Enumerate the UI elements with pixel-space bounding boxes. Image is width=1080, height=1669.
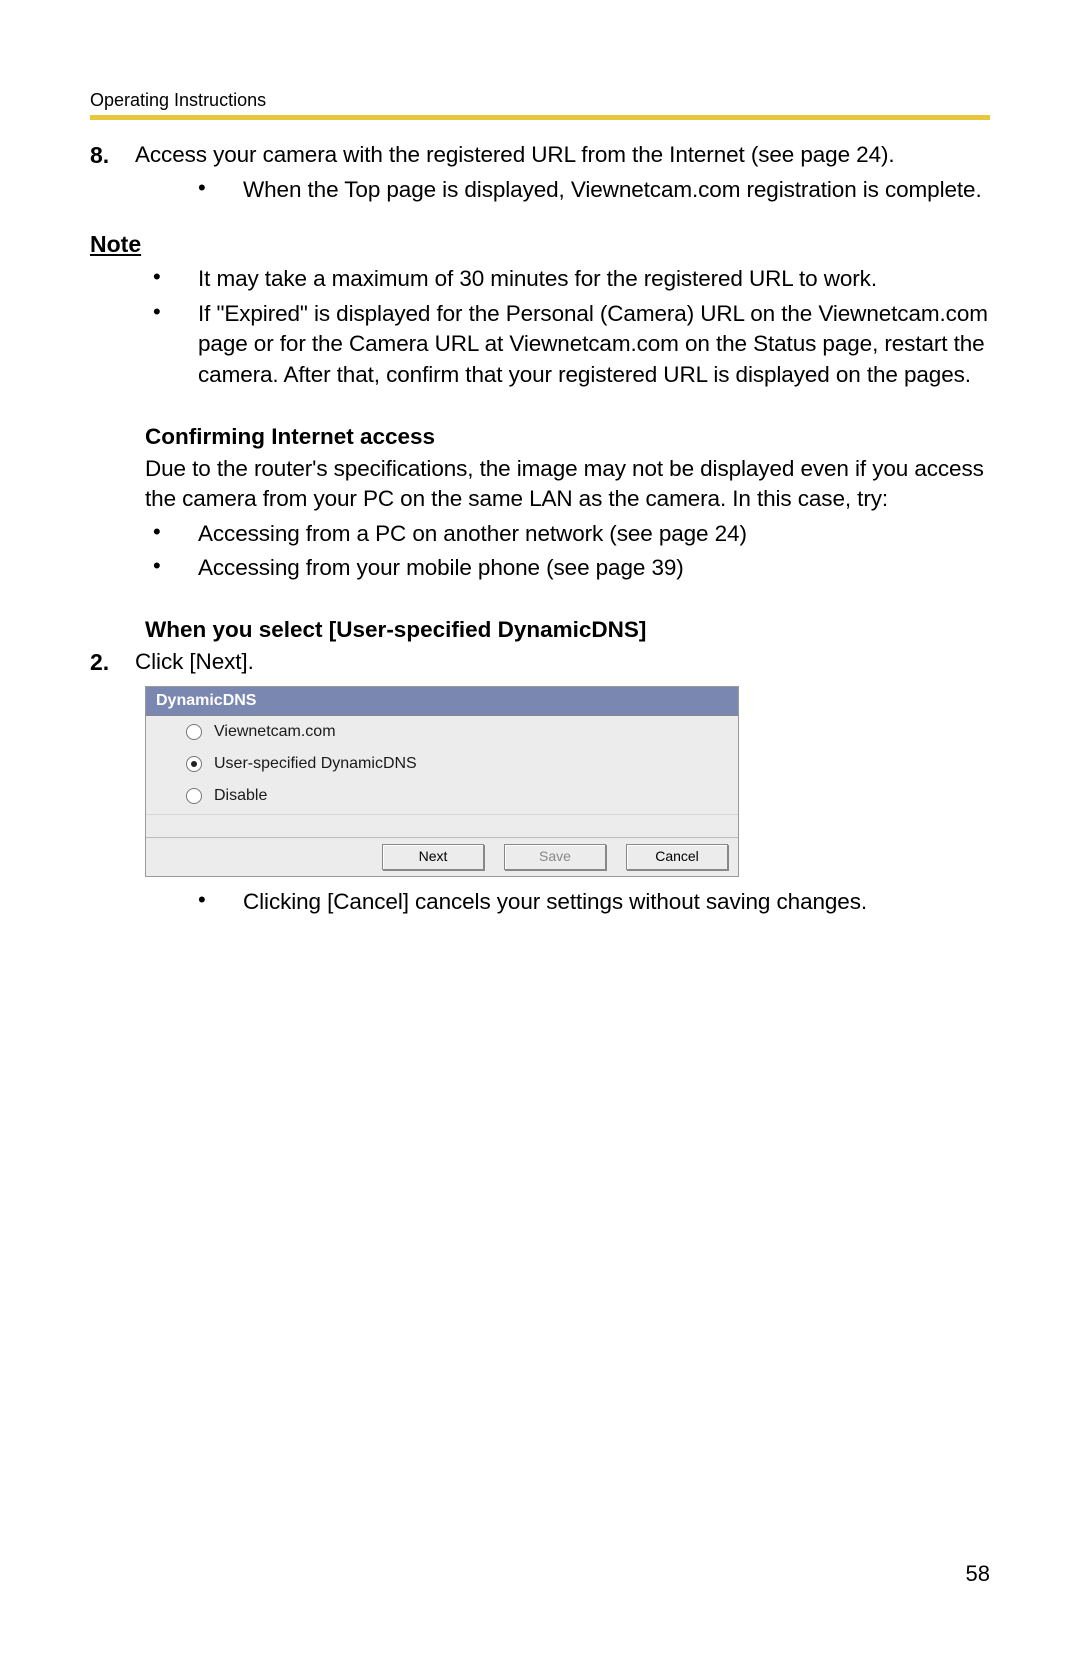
cancel-button[interactable]: Cancel [626,844,728,870]
dialog-spacer [146,814,738,837]
bullet-text: If "Expired" is displayed for the Person… [198,299,990,390]
page-number: 58 [966,1561,990,1587]
radio-label: Viewnetcam.com [214,723,336,741]
radio-option-disable[interactable]: Disable [186,780,738,812]
bullet-text: When the Top page is displayed, Viewnetc… [243,175,990,205]
confirm-heading: Confirming Internet access [145,424,990,450]
step-8-sub-bullet: • When the Top page is displayed, Viewne… [190,175,990,205]
step-text: Click [Next]. [135,647,990,678]
save-button[interactable]: Save [504,844,606,870]
dialog-button-bar: Next Save Cancel [146,837,738,876]
note-heading: Note [90,231,990,258]
note-bullet-1: • It may take a maximum of 30 minutes fo… [145,264,990,294]
bullet-icon: • [145,519,198,549]
bullet-icon: • [145,553,198,583]
confirm-bullet-1: • Accessing from a PC on another network… [145,519,990,549]
bullet-icon: • [145,299,198,390]
dynamicdns-dialog: DynamicDNS Viewnetcam.com User-specified… [145,686,739,877]
running-header: Operating Instructions [90,90,990,111]
step-number: 8. [90,140,135,171]
bullet-icon: • [190,887,243,917]
confirm-text: Due to the router's specifications, the … [145,454,990,515]
note-bullet-2: • If "Expired" is displayed for the Pers… [145,299,990,390]
bullet-icon: • [190,175,243,205]
bullet-text: It may take a maximum of 30 minutes for … [198,264,990,294]
radio-icon [186,724,202,740]
dialog-title: DynamicDNS [146,687,738,716]
bullet-text: Accessing from your mobile phone (see pa… [198,553,990,583]
step-text: Access your camera with the registered U… [135,140,990,171]
radio-icon [186,788,202,804]
radio-icon [186,756,202,772]
next-button[interactable]: Next [382,844,484,870]
after-screenshot-bullet: • Clicking [Cancel] cancels your setting… [190,887,990,917]
step-8: 8. Access your camera with the registere… [90,140,990,171]
radio-option-viewnetcam[interactable]: Viewnetcam.com [186,716,738,748]
step-number: 2. [90,647,135,678]
radio-label: User-specified DynamicDNS [214,755,417,773]
confirm-bullet-2: • Accessing from your mobile phone (see … [145,553,990,583]
dialog-options: Viewnetcam.com User-specified DynamicDNS… [146,716,738,814]
radio-label: Disable [214,787,267,805]
dyn-heading: When you select [User-specified DynamicD… [145,617,990,643]
bullet-text: Clicking [Cancel] cancels your settings … [243,887,990,917]
bullet-icon: • [145,264,198,294]
radio-option-userddns[interactable]: User-specified DynamicDNS [186,748,738,780]
header-rule [90,115,990,120]
step-2: 2. Click [Next]. [90,647,990,678]
bullet-text: Accessing from a PC on another network (… [198,519,990,549]
